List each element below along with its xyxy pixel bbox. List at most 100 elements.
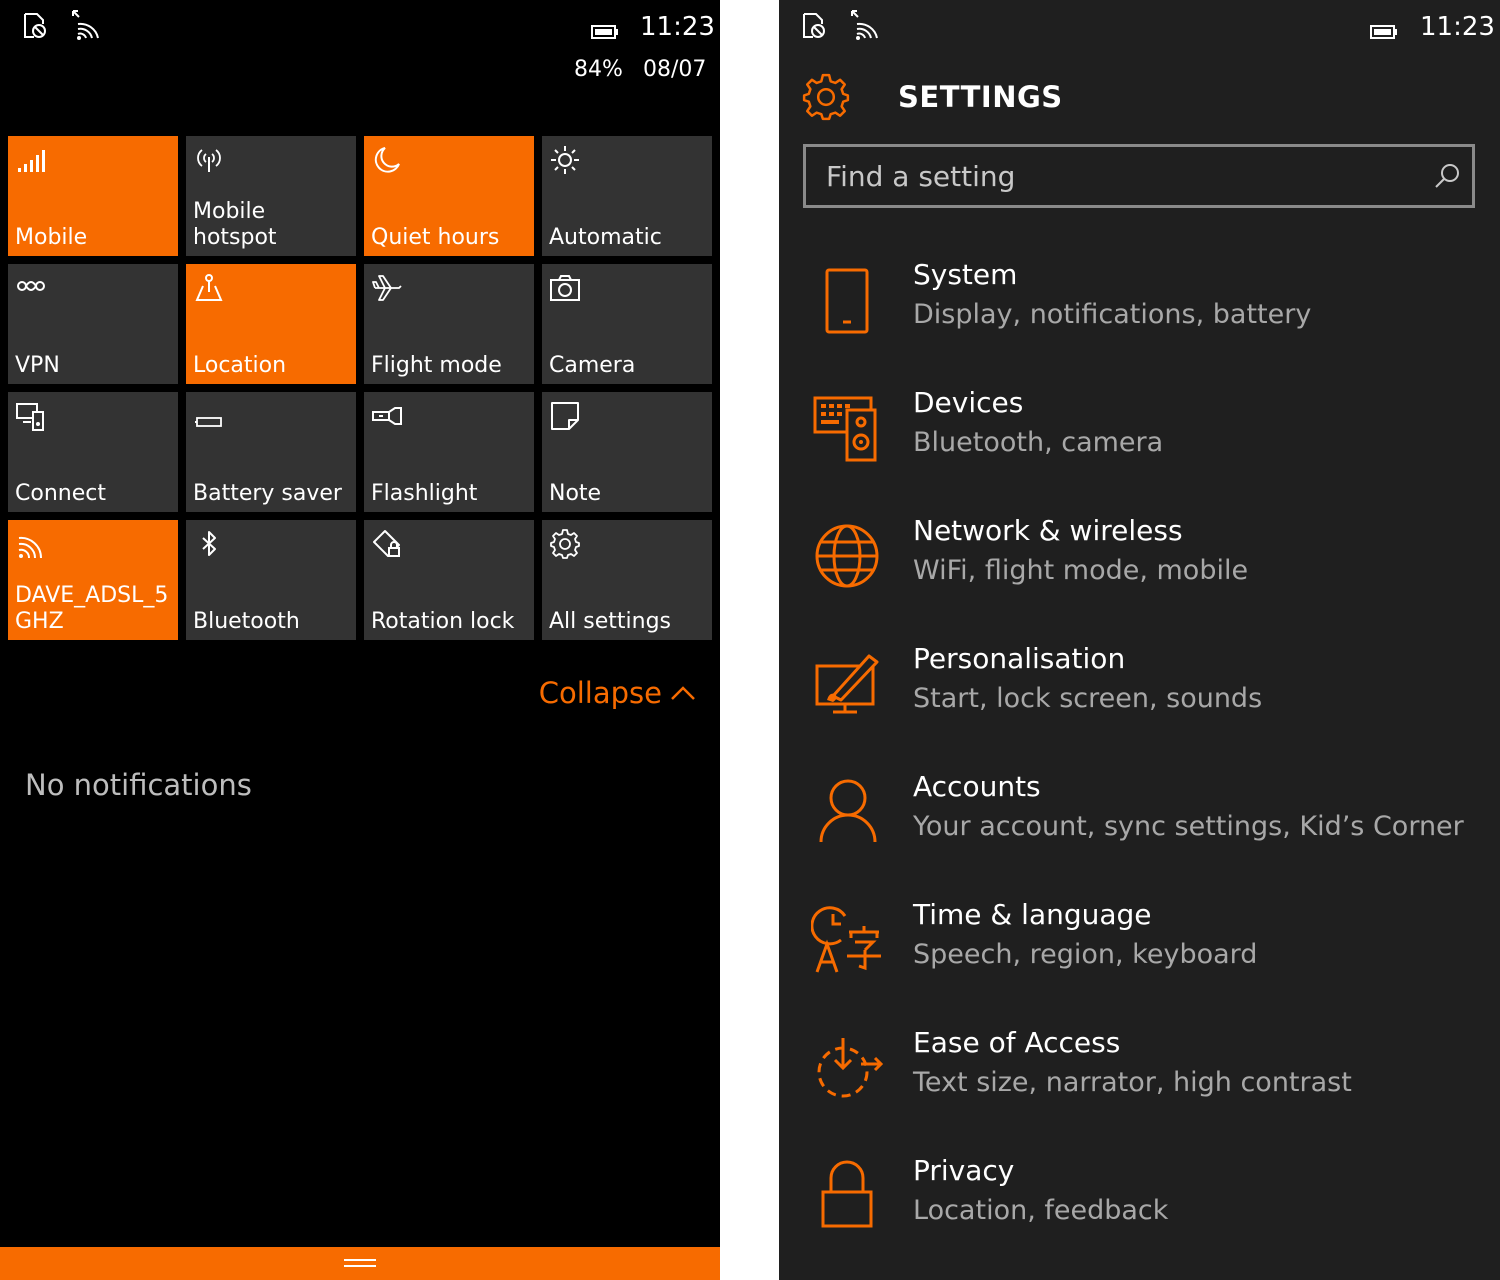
tile-all-settings[interactable]: All settings [542,520,712,640]
tile-vpn[interactable]: VPN [8,264,178,384]
action-center-screen: 11:23 84% 08/07 Mobile Mobile hotspot Qu… [0,0,720,1280]
tile-label: Automatic [549,225,662,250]
tile-label: Connect [15,481,106,506]
settings-gear-icon [802,73,850,121]
tile-label: All settings [549,609,671,634]
hotspot-icon [197,149,221,172]
tile-label: VPN [15,353,60,378]
category-title: Privacy [913,1154,1015,1187]
tile-label: Camera [549,353,636,378]
settings-category-privacy[interactable]: Privacy Location, feedback [779,1154,1500,1264]
battery-percent: 84% [574,57,623,82]
category-subtitle: WiFi, flight mode, mobile [913,555,1249,586]
airplane-icon [372,275,402,301]
notification-status-icon [803,13,825,38]
tile-label: Quiet hours [371,225,500,250]
tile-label: Location [193,353,287,378]
search-input[interactable] [826,155,1406,197]
moon-icon [374,147,400,173]
connect-icon [16,403,44,431]
category-subtitle: Bluetooth, camera [913,427,1164,458]
battery-icon [591,25,618,39]
tile-label: Flashlight [371,481,478,506]
tile-battery-saver[interactable]: Battery saver [186,392,356,512]
tile-flashlight[interactable]: Flashlight [364,392,534,512]
tile-flight-mode[interactable]: Flight mode [364,264,534,384]
tile-location[interactable]: Location [186,264,356,384]
settings-category-system[interactable]: System Display, notifications, battery [779,258,1500,368]
lock-icon [821,1160,873,1228]
phone-device-icon [825,268,869,334]
no-notifications-text: No notifications [25,768,252,802]
personalisation-icon [815,654,879,714]
tile-label: DAVE_ADSL_5 GHZ [15,583,169,634]
settings-category-network[interactable]: Network & wireless WiFi, flight mode, mo… [779,514,1500,624]
collapse-button[interactable]: Collapse [539,676,696,710]
category-title: Personalisation [913,642,1126,675]
tile-connect[interactable]: Connect [8,392,178,512]
settings-category-personalisation[interactable]: Personalisation Start, lock screen, soun… [779,642,1500,752]
category-title: Accounts [913,770,1041,803]
devices-icon [813,396,877,462]
wifi-signal-icon [851,10,878,40]
status-date: 08/07 [643,57,707,82]
category-title: Network & wireless [913,514,1183,547]
grip-icon [344,1259,376,1267]
wifi-icon [18,536,43,559]
category-subtitle: Speech, region, keyboard [913,939,1258,970]
tile-bluetooth[interactable]: Bluetooth [186,520,356,640]
tile-wifi-network[interactable]: DAVE_ADSL_5 GHZ [8,520,178,640]
page-title: SETTINGS [898,80,1063,114]
category-title: System [913,258,1018,291]
category-title: Ease of Access [913,1026,1121,1059]
ease-of-access-icon [817,1038,884,1098]
tile-automatic-brightness[interactable]: Automatic [542,136,712,256]
action-center-handle[interactable] [0,1247,720,1280]
category-subtitle: Text size, narrator, high contrast [913,1067,1352,1098]
category-subtitle: Display, notifications, battery [913,299,1312,330]
tile-quiet-hours[interactable]: Quiet hours [364,136,534,256]
flashlight-icon [372,407,402,425]
globe-icon [815,524,879,588]
brightness-icon [551,146,579,174]
status-time: 11:23 [1420,12,1495,42]
settings-category-devices[interactable]: Devices Bluetooth, camera [779,386,1500,496]
collapse-label: Collapse [538,676,662,710]
category-subtitle: Start, lock screen, sounds [913,683,1263,714]
camera-icon [550,275,580,301]
settings-category-accounts[interactable]: Accounts Your account, sync settings, Ki… [779,770,1500,880]
notification-status-icon [24,13,46,38]
tile-note[interactable]: Note [542,392,712,512]
tile-label: Note [549,481,602,506]
note-icon [551,402,579,430]
category-title: Time & language [913,898,1152,931]
category-subtitle: Location, feedback [913,1195,1169,1226]
search-icon[interactable] [1432,161,1462,191]
bluetooth-icon [202,531,216,556]
settings-screen: 11:23 SETTINGS System Display, notificat… [779,0,1500,1280]
location-icon [195,274,223,301]
settings-category-ease-of-access[interactable]: Ease of Access Text size, narrator, high… [779,1026,1500,1136]
tile-mobile-hotspot[interactable]: Mobile hotspot [186,136,356,256]
tile-label: Battery saver [193,481,342,506]
status-time: 11:23 [640,12,715,42]
person-icon [819,779,877,843]
tile-label: Mobile [15,225,88,250]
battery-saver-icon [195,417,222,427]
tile-rotation-lock[interactable]: Rotation lock [364,520,534,640]
battery-icon [1370,25,1397,39]
settings-category-time-language[interactable]: Time & language Speech, region, keyboard [779,898,1500,1008]
tile-label: Flight mode [371,353,502,378]
gear-icon [550,529,580,559]
rotation-lock-icon [373,530,400,557]
tile-camera[interactable]: Camera [542,264,712,384]
chevron-up-icon [671,686,695,700]
search-box[interactable] [803,144,1475,208]
tile-label: Rotation lock [371,609,515,634]
tile-label: Mobile hotspot [193,199,277,250]
vpn-icon [17,281,45,291]
signal-bars-icon [18,150,45,172]
category-subtitle: Your account, sync settings, Kid’s Corne… [913,811,1464,842]
tile-mobile[interactable]: Mobile [8,136,178,256]
tile-label: Bluetooth [193,609,300,634]
